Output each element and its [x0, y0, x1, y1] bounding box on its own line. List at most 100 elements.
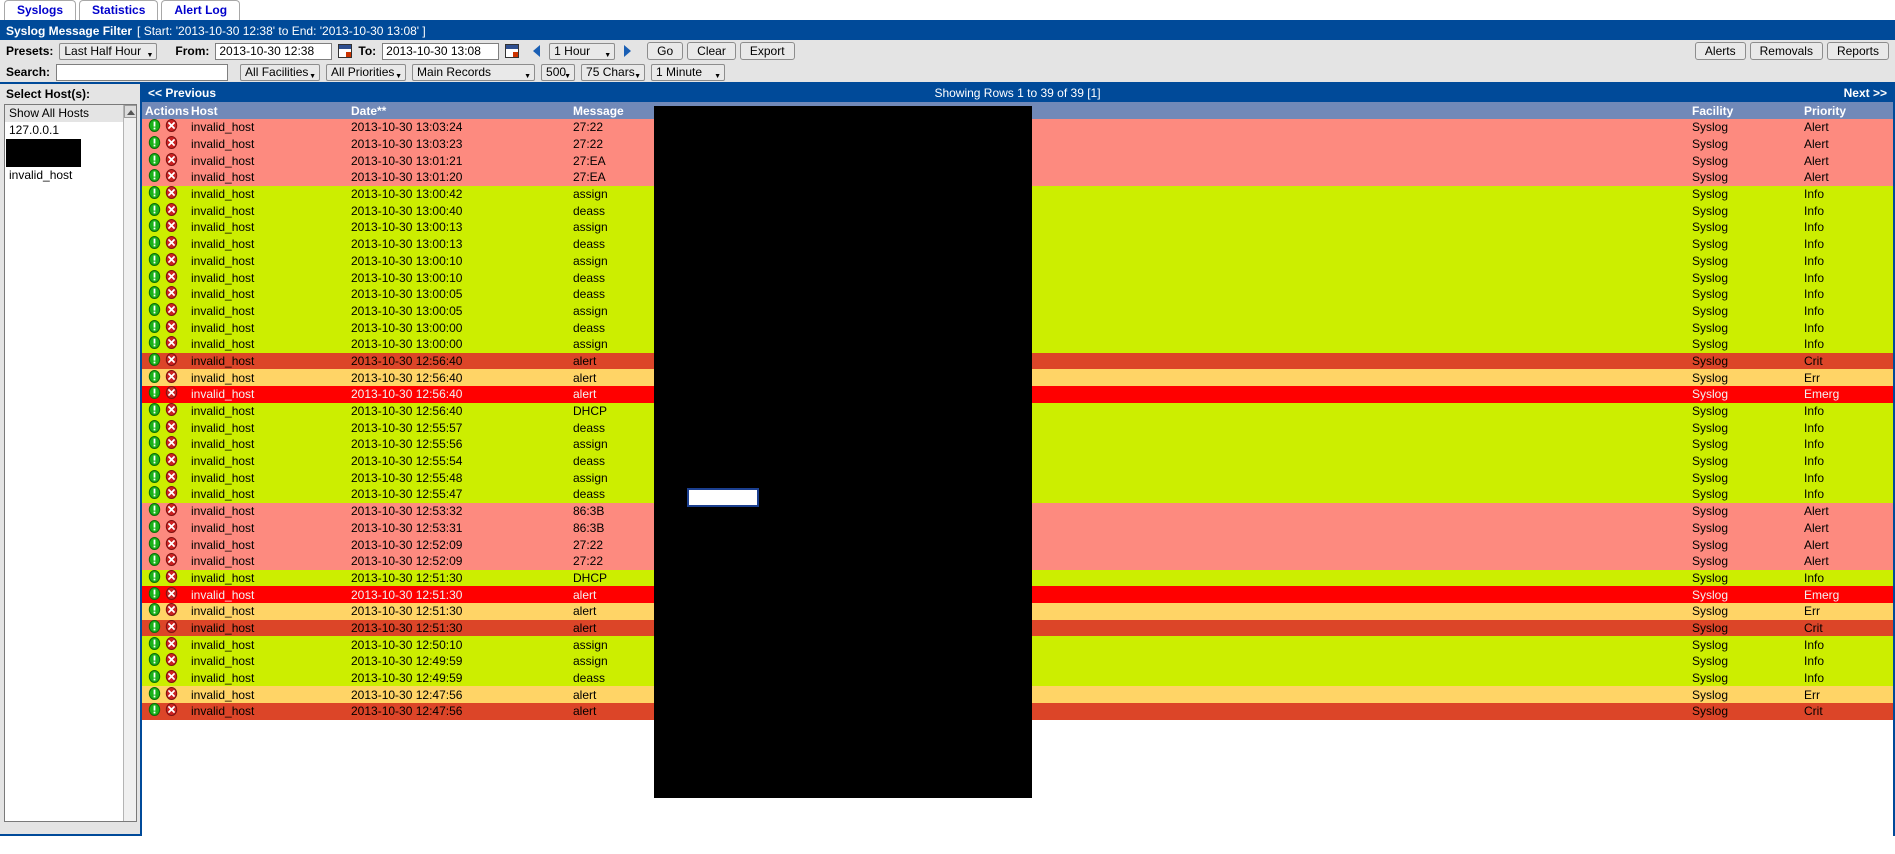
priorities-select[interactable]: All Priorities — [326, 63, 407, 84]
info-circle-icon[interactable] — [148, 119, 161, 135]
go-button[interactable]: Go — [647, 42, 684, 60]
delete-x-icon[interactable] — [165, 269, 178, 286]
info-circle-icon[interactable] — [148, 586, 161, 603]
records-select[interactable]: Main Records — [412, 63, 536, 84]
info-circle-icon[interactable] — [148, 403, 161, 419]
tab-syslogs[interactable]: Syslogs — [4, 0, 77, 20]
info-circle-icon[interactable] — [148, 636, 161, 653]
table-row[interactable]: invalid_host 2013-10-30 13:00:42 assign Sys… — [142, 185, 1893, 203]
table-row[interactable]: invalid_host 2013-10-30 12:53:32 86:3B Sysl… — [142, 502, 1893, 520]
table-row[interactable]: invalid_host 2013-10-30 12:55:54 deass Sysl… — [142, 452, 1893, 470]
export-button[interactable]: Export — [739, 42, 795, 60]
delete-x-icon[interactable] — [165, 186, 178, 202]
info-circle-icon[interactable] — [148, 503, 161, 519]
delete-x-icon[interactable] — [165, 603, 178, 619]
info-circle-icon[interactable] — [148, 236, 161, 252]
info-circle-icon[interactable] — [148, 670, 161, 686]
tab-alert-log[interactable]: Alert Log — [161, 0, 241, 20]
next-interval-arrow-icon[interactable] — [620, 44, 634, 58]
delete-x-icon[interactable] — [165, 202, 178, 219]
delete-x-icon[interactable] — [165, 519, 178, 536]
host-option-show-all[interactable]: Show All Hosts — [5, 105, 136, 122]
delete-x-icon[interactable] — [165, 536, 178, 553]
info-circle-icon[interactable] — [148, 686, 161, 703]
refresh-select[interactable]: 1 Minute — [651, 63, 726, 84]
info-circle-icon[interactable] — [148, 202, 161, 219]
delete-x-icon[interactable] — [165, 419, 178, 436]
from-date-input[interactable] — [215, 42, 333, 60]
clear-button[interactable]: Clear — [687, 42, 736, 60]
table-row[interactable]: invalid_host 2013-10-30 13:01:21 27:EA Sysl… — [142, 152, 1893, 170]
info-circle-icon[interactable] — [148, 553, 161, 569]
alerts-button[interactable]: Alerts — [1694, 42, 1746, 60]
delete-x-icon[interactable] — [165, 219, 178, 235]
info-circle-icon[interactable] — [148, 169, 161, 185]
delete-x-icon[interactable] — [165, 136, 178, 152]
table-row[interactable]: invalid_host 2013-10-30 12:56:40 alert Sysl… — [142, 369, 1893, 386]
delete-x-icon[interactable] — [165, 152, 178, 169]
info-circle-icon[interactable] — [148, 603, 161, 619]
table-row[interactable]: invalid_host 2013-10-30 12:51:30 alert Sysl… — [142, 602, 1893, 620]
info-circle-icon[interactable] — [148, 302, 161, 319]
delete-x-icon[interactable] — [165, 486, 178, 502]
info-circle-icon[interactable] — [148, 519, 161, 536]
delete-x-icon[interactable] — [165, 670, 178, 686]
delete-x-icon[interactable] — [165, 686, 178, 703]
inline-edit-input[interactable] — [687, 488, 759, 507]
delete-x-icon[interactable] — [165, 636, 178, 653]
host-option-localhost[interactable]: 127.0.0.1 — [5, 122, 136, 139]
to-date-input[interactable] — [382, 42, 500, 60]
row-limit-select[interactable]: 500 — [541, 63, 576, 84]
column-header-date[interactable]: Date** — [348, 102, 570, 119]
delete-x-icon[interactable] — [165, 436, 178, 452]
delete-x-icon[interactable] — [165, 119, 178, 135]
delete-x-icon[interactable] — [165, 553, 178, 569]
table-row[interactable]: invalid_host 2013-10-30 12:56:40 alert Sysl… — [142, 352, 1893, 370]
column-header-facility[interactable]: Facility — [1689, 102, 1801, 119]
delete-x-icon[interactable] — [165, 369, 178, 386]
table-row[interactable]: invalid_host 2013-10-30 12:55:48 assign Sys… — [142, 469, 1893, 487]
table-row[interactable]: invalid_host 2013-10-30 13:03:23 27:22 Sysl… — [142, 135, 1893, 153]
table-row[interactable]: invalid_host 2013-10-30 13:00:13 deass Sysl… — [142, 235, 1893, 253]
delete-x-icon[interactable] — [165, 653, 178, 669]
info-circle-icon[interactable] — [148, 286, 161, 302]
host-option-redacted[interactable] — [6, 139, 81, 167]
info-circle-icon[interactable] — [148, 486, 161, 502]
delete-x-icon[interactable] — [165, 586, 178, 603]
column-header-actions[interactable]: Actions — [142, 102, 189, 119]
info-circle-icon[interactable] — [148, 436, 161, 452]
next-page-link[interactable]: Next >> — [1844, 86, 1887, 100]
info-circle-icon[interactable] — [148, 319, 161, 336]
column-header-host[interactable]: Host — [188, 102, 348, 119]
delete-x-icon[interactable] — [165, 252, 178, 269]
delete-x-icon[interactable] — [165, 569, 178, 586]
table-row[interactable]: invalid_host 2013-10-30 13:00:40 deass Sysl… — [142, 202, 1893, 220]
previous-interval-arrow-icon[interactable] — [530, 44, 544, 58]
char-limit-select[interactable]: 75 Chars — [581, 63, 646, 84]
delete-x-icon[interactable] — [165, 503, 178, 519]
table-row[interactable]: invalid_host 2013-10-30 12:56:40 alert Sysl… — [142, 386, 1893, 403]
host-option-invalid-host[interactable]: invalid_host — [5, 167, 136, 184]
presets-select[interactable]: Last Half Hour — [59, 42, 158, 63]
delete-x-icon[interactable] — [165, 386, 178, 402]
table-row[interactable]: invalid_host 2013-10-30 12:49:59 assign Sys… — [142, 653, 1893, 670]
table-row[interactable]: invalid_host 2013-10-30 12:49:59 deass Sysl… — [142, 669, 1893, 687]
table-row[interactable]: invalid_host 2013-10-30 12:47:56 alert Sysl… — [142, 703, 1893, 720]
table-row[interactable]: invalid_host 2013-10-30 12:56:40 DHCP Syslo… — [142, 402, 1893, 420]
delete-x-icon[interactable] — [165, 403, 178, 419]
delete-x-icon[interactable] — [165, 703, 178, 719]
info-circle-icon[interactable] — [148, 369, 161, 386]
delete-x-icon[interactable] — [165, 469, 178, 486]
table-row[interactable]: invalid_host 2013-10-30 12:51:30 DHCP Syslo… — [142, 569, 1893, 587]
delete-x-icon[interactable] — [165, 236, 178, 252]
facilities-select[interactable]: All Facilities — [240, 63, 321, 84]
delete-x-icon[interactable] — [165, 352, 178, 369]
tab-statistics[interactable]: Statistics — [79, 0, 159, 20]
info-circle-icon[interactable] — [148, 252, 161, 269]
search-input[interactable] — [56, 63, 229, 81]
table-row[interactable]: invalid_host 2013-10-30 13:00:10 assign Sys… — [142, 252, 1893, 270]
table-row[interactable]: invalid_host 2013-10-30 13:03:24 27:22 Sysl… — [142, 119, 1893, 136]
info-circle-icon[interactable] — [148, 469, 161, 486]
previous-page-link[interactable]: << Previous — [148, 86, 216, 100]
removals-button[interactable]: Removals — [1749, 42, 1823, 60]
